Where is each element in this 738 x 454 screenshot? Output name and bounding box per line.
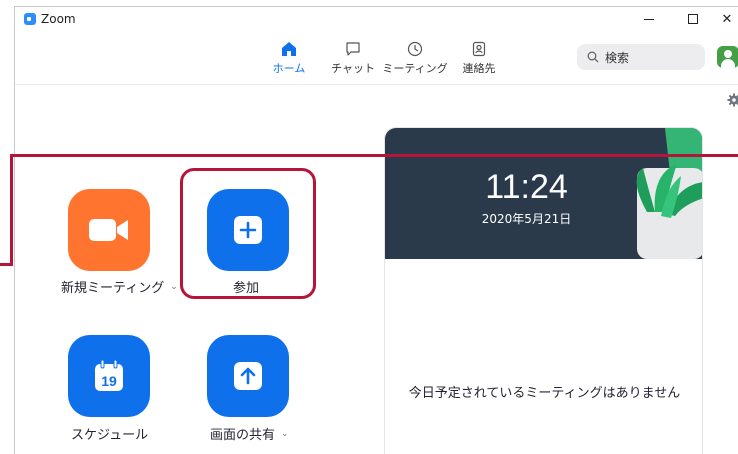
search-input[interactable]: 検索 [577, 44, 705, 70]
close-icon: ✕ [721, 11, 733, 27]
callout-line-top [10, 154, 738, 157]
clock-header: 11:24 2020年5月21日 [385, 128, 702, 259]
share-screen-label[interactable]: 画面の共有 ⌄ [210, 424, 289, 443]
tab-contacts-label: 連絡先 [462, 62, 496, 75]
new-meeting-text: 新規ミーティング [61, 281, 165, 296]
share-screen-text: 画面の共有 [210, 428, 276, 443]
home-icon [282, 42, 296, 56]
tab-home-label: ホーム [272, 62, 306, 75]
contacts-icon [472, 41, 486, 57]
zoom-logo-icon [24, 13, 36, 25]
tab-contacts[interactable]: 連絡先 [459, 41, 499, 76]
tab-meetings[interactable]: ミーティング [382, 41, 448, 76]
tab-chat[interactable]: チャット [331, 41, 375, 76]
search-placeholder: 検索 [605, 50, 630, 65]
callout-line-tick [0, 263, 13, 266]
join-highlight-box [180, 168, 316, 299]
title-bar: Zoom ✕ [15, 7, 738, 31]
new-meeting-label[interactable]: 新規ミーティング ⌄ [61, 277, 178, 296]
close-button[interactable]: ✕ [715, 7, 738, 31]
clock-icon [407, 41, 423, 57]
upcoming-meetings-card: 11:24 2020年5月21日 今日予定されているミーティングはありません [384, 127, 703, 454]
schedule-button[interactable]: 19 [68, 335, 150, 417]
top-navigation: ホーム チャット ミーティング 連絡先 検索 [15, 31, 738, 85]
search-icon [587, 51, 599, 63]
maximize-icon [688, 14, 698, 24]
calendar-day: 19 [101, 373, 117, 389]
window-title: Zoom [41, 12, 76, 26]
share-screen-button[interactable] [207, 335, 289, 417]
video-camera-icon [89, 219, 128, 241]
avatar[interactable] [717, 46, 738, 68]
settings-gear-icon[interactable] [727, 93, 738, 107]
calendar-icon: 19 [95, 360, 123, 391]
callout-line-left [10, 154, 13, 266]
minimize-button[interactable] [627, 7, 671, 31]
no-meetings-message: 今日予定されているミーティングはありません [408, 386, 681, 401]
zoom-window: Zoom ✕ ホーム チャット ミーティング 連絡先 検索 新規ミーティング ⌄… [14, 6, 738, 454]
chevron-down-icon[interactable]: ⌄ [170, 282, 178, 292]
chevron-down-icon[interactable]: ⌄ [281, 429, 289, 439]
maximize-button[interactable] [671, 7, 715, 31]
new-meeting-button[interactable] [68, 189, 150, 271]
clock-time: 11:24 [485, 168, 568, 206]
schedule-label[interactable]: スケジュール [71, 424, 148, 443]
tab-home[interactable]: ホーム [273, 41, 305, 76]
tab-meetings-label: ミーティング [382, 62, 448, 75]
tab-chat-label: チャット [331, 62, 375, 75]
clock-date: 2020年5月21日 [481, 212, 572, 226]
chat-icon [346, 42, 360, 56]
minimize-icon [644, 18, 654, 20]
share-screen-icon [234, 362, 262, 390]
